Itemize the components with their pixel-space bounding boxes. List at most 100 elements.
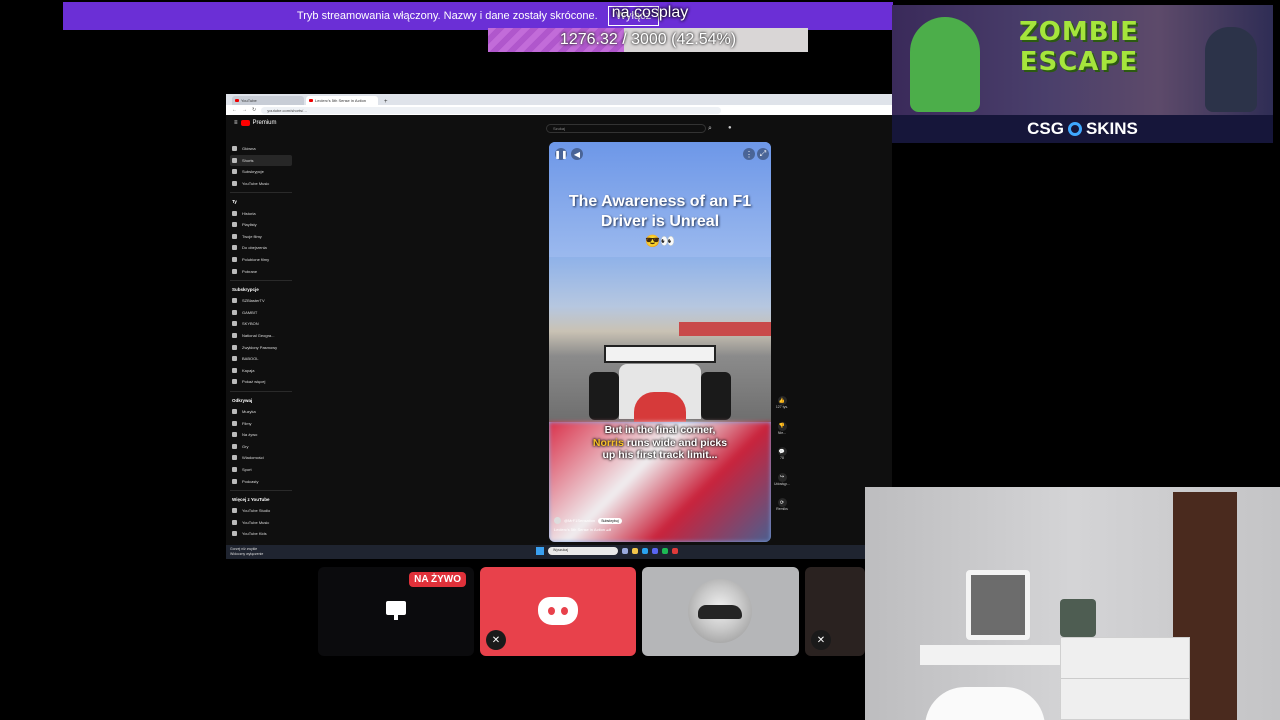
comments-icon[interactable]: 💬: [777, 447, 787, 456]
url-field[interactable]: youtube.com/shorts/…: [261, 106, 722, 114]
sidebar-item[interactable]: Historia: [230, 207, 292, 219]
sidebar-section-heading[interactable]: Więcej z YouTube: [230, 494, 292, 505]
browser-tab-active[interactable]: Leclerc's 5th Sense in Action: [306, 96, 378, 105]
short-action-button[interactable]: 👎 Nie...: [775, 421, 789, 448]
sponsor-brand-left: CSG: [1027, 119, 1064, 138]
menu-icon[interactable]: ≡: [234, 120, 238, 126]
sidebar-item[interactable]: Muzyka: [230, 406, 292, 418]
sidebar-item[interactable]: Wiadomości: [230, 452, 292, 464]
stream-tile[interactable]: NA ŻYWO: [318, 567, 474, 656]
sidebar-item-icon: [232, 268, 237, 274]
volume-icon[interactable]: ◀: [571, 148, 583, 160]
partial-user-tile[interactable]: ✕: [805, 567, 865, 656]
video-car-wing: [604, 345, 716, 363]
sidebar-item-icon: [232, 298, 237, 304]
fullscreen-icon[interactable]: ⤢: [757, 148, 769, 160]
sidebar-item[interactable]: YouTube Kids: [230, 528, 292, 540]
sidebar-item[interactable]: YouTube Music: [230, 178, 292, 190]
short-action-button[interactable]: ⟳ Remiks: [775, 498, 789, 524]
subscribe-button[interactable]: Subskrybuj: [598, 517, 622, 524]
stream-canvas: Tryb streamowania włączony. Nazwy i dane…: [0, 0, 1280, 720]
donation-goal-text: 1276.32 / 3000 (42.54%): [559, 31, 737, 48]
discord-user-tile[interactable]: ✕: [480, 567, 636, 656]
sidebar-item-icon: [232, 222, 237, 228]
search-input[interactable]: Szukaj: [546, 124, 706, 133]
donation-goal-title: na cosplay: [611, 4, 689, 21]
search-icon[interactable]: ⌕: [708, 125, 712, 133]
remix-icon[interactable]: ⟳: [777, 498, 787, 507]
sidebar-item[interactable]: Twoje filmy: [230, 231, 292, 243]
sidebar-section-heading[interactable]: Ty: [230, 196, 292, 207]
sidebar-section-heading[interactable]: Odkrywaj: [230, 395, 292, 406]
back-icon[interactable]: ←: [232, 107, 237, 113]
sidebar-item[interactable]: Pobrane: [230, 265, 292, 277]
webcam-mirror: [966, 570, 1030, 640]
sidebar-item[interactable]: Filmy: [230, 417, 292, 429]
sidebar-item-icon: [232, 309, 237, 315]
sidebar-item[interactable]: Sport: [230, 464, 292, 476]
sidebar-item[interactable]: Na żywo: [230, 429, 292, 441]
sidebar-item[interactable]: National Geogra...: [230, 330, 292, 342]
sidebar-item[interactable]: Subskrypcje: [230, 166, 292, 178]
sidebar-item[interactable]: GAMBIT: [230, 307, 292, 319]
sidebar-item-label: Filmy: [242, 420, 252, 426]
sidebar-item[interactable]: SKYBON: [230, 318, 292, 330]
start-icon[interactable]: [536, 547, 544, 555]
sidebar-item[interactable]: Gry: [230, 440, 292, 452]
car-avatar-user-tile[interactable]: [642, 567, 799, 656]
youtube-logo-text: Premium: [252, 120, 277, 126]
sidebar-item[interactable]: SZBlasterTV: [230, 295, 292, 307]
short-action-button[interactable]: 💬 78: [775, 447, 789, 473]
forward-icon[interactable]: →: [242, 107, 247, 113]
microphone-icon[interactable]: ●: [728, 125, 732, 131]
sidebar-item[interactable]: YouTube Studio: [230, 505, 292, 517]
browser-tab-strip: YouTube Leclerc's 5th Sense in Action +: [226, 94, 892, 105]
sidebar-item[interactable]: Główna: [230, 143, 292, 155]
sidebar-item[interactable]: Kapaja: [230, 365, 292, 377]
sidebar-item[interactable]: Polubione filmy: [230, 254, 292, 266]
sidebar-item[interactable]: BABOOL: [230, 353, 292, 365]
channel-avatar[interactable]: [554, 517, 561, 524]
browser-tab[interactable]: YouTube: [232, 96, 304, 105]
video-car-halo: [634, 392, 686, 422]
sidebar-item[interactable]: YouTube Music: [230, 516, 292, 528]
short-video-player[interactable]: ❚❚ ◀ ⋮ ⤢ The Awareness of an F1 Driver i…: [549, 142, 771, 542]
short-channel[interactable]: @MrF1Sensation Subskrybuj: [554, 517, 622, 524]
sidebar-item-label: Do obejrzenia: [242, 245, 267, 251]
pause-icon[interactable]: ❚❚: [554, 148, 568, 160]
sidebar-item-label: Twoje filmy: [242, 233, 262, 239]
sidebar-item-icon: [232, 466, 237, 472]
webcam-feed: [865, 487, 1280, 720]
sidebar-item-icon: [232, 443, 237, 449]
youtube-logo[interactable]: ≡ Premium: [234, 120, 277, 126]
short-action-button[interactable]: ↪ Udostęp...: [774, 472, 790, 499]
short-title[interactable]: Leclerc's 5th Sense in Action 🏎: [554, 527, 611, 532]
sidebar-item[interactable]: Playlisty: [230, 219, 292, 231]
share-icon[interactable]: ↪: [777, 472, 787, 482]
dislike-icon[interactable]: 👎: [777, 421, 787, 431]
sidebar-item[interactable]: Pokaż więcej: [230, 376, 292, 388]
short-action-button[interactable]: 👍 127 tys.: [775, 396, 789, 422]
sidebar-item[interactable]: Zwykłony Pasmowy: [230, 341, 292, 353]
spotify-icon[interactable]: [662, 548, 668, 554]
sidebar-item-label: Pobrane: [242, 268, 258, 274]
sidebar-item-icon: [232, 257, 237, 263]
edge-icon[interactable]: [642, 548, 648, 554]
reload-icon[interactable]: ↻: [252, 107, 256, 113]
sidebar-section-heading[interactable]: Subskrypcje: [230, 284, 292, 295]
task-view-icon[interactable]: [622, 548, 628, 554]
discord-taskbar-icon[interactable]: [652, 548, 658, 554]
sidebar-item-icon: [232, 344, 237, 350]
streamer-mode-text: Tryb streamowania włączony. Nazwy i dane…: [296, 10, 598, 22]
sidebar-item[interactable]: Podcasty: [230, 475, 292, 487]
like-icon[interactable]: 👍: [777, 396, 787, 405]
chrome-icon[interactable]: [672, 548, 678, 554]
more-options-icon[interactable]: ⋮: [743, 148, 755, 160]
channel-name[interactable]: @MrF1Sensation: [564, 518, 595, 523]
sidebar-item[interactable]: Shorts: [230, 154, 292, 167]
file-explorer-icon[interactable]: [632, 548, 638, 554]
sidebar-item[interactable]: Do obejrzenia: [230, 242, 292, 254]
sidebar-item-label: Gry: [242, 443, 249, 449]
webcam-dresser: [1060, 637, 1190, 720]
taskbar-search[interactable]: Wyszukaj: [548, 547, 618, 555]
